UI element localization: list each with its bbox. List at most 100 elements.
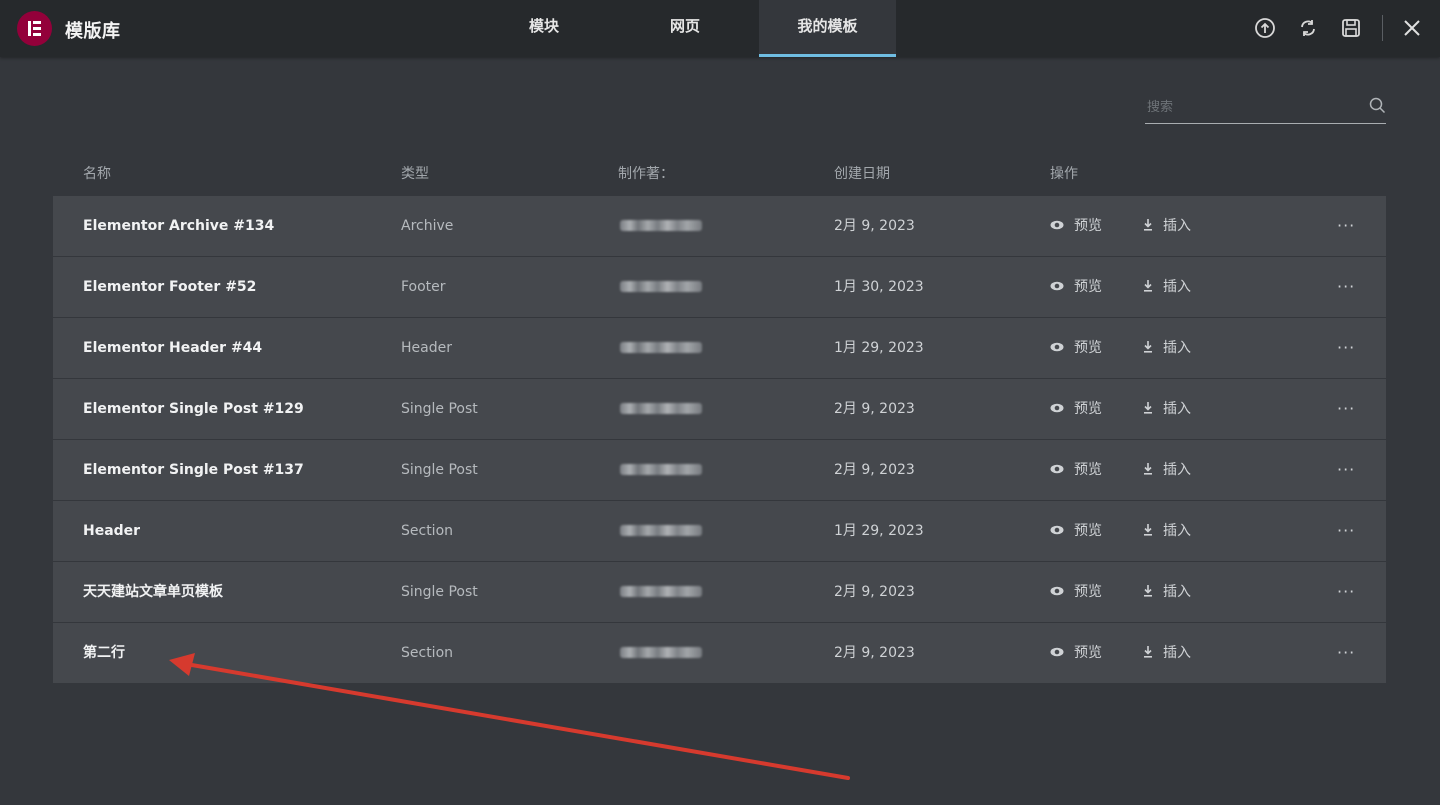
- insert-label: 插入: [1163, 462, 1191, 478]
- table-row: Elementor Header #44 Header 1月 29, 2023 …: [53, 318, 1386, 379]
- author-blurred: [620, 281, 702, 292]
- download-icon: [1144, 463, 1152, 475]
- column-header-author: 制作著：: [618, 166, 674, 182]
- eye-icon: [1050, 525, 1064, 535]
- save-icon[interactable]: [1340, 17, 1362, 39]
- author-blurred: [620, 647, 702, 658]
- insert-button[interactable]: 插入: [1143, 623, 1191, 683]
- more-options-button[interactable]: ···: [1337, 196, 1355, 256]
- more-options-button[interactable]: ···: [1337, 562, 1355, 622]
- download-icon: [1144, 402, 1152, 414]
- insert-button[interactable]: 插入: [1143, 440, 1191, 500]
- preview-label: 预览: [1074, 218, 1102, 234]
- template-type: Single Post: [401, 584, 478, 600]
- download-icon: [1144, 646, 1152, 658]
- template-author: [620, 196, 702, 256]
- table-row: Elementor Footer #52 Footer 1月 30, 2023 …: [53, 257, 1386, 318]
- template-name: Elementor Footer #52: [83, 279, 257, 295]
- top-bar: 模版库 模块 网页 我的模板: [0, 0, 1440, 57]
- preview-label: 预览: [1074, 279, 1102, 295]
- more-options-button[interactable]: ···: [1337, 257, 1355, 317]
- template-date: 2月 9, 2023: [834, 218, 915, 234]
- template-author: [620, 440, 702, 500]
- preview-label: 预览: [1074, 401, 1102, 417]
- eye-icon: [1050, 647, 1064, 657]
- insert-label: 插入: [1163, 340, 1191, 356]
- more-options-button[interactable]: ···: [1337, 623, 1355, 683]
- preview-button[interactable]: 预览: [1050, 623, 1102, 683]
- library-title: 模版库: [65, 21, 121, 42]
- template-type: Section: [401, 523, 454, 539]
- insert-label: 插入: [1163, 279, 1191, 295]
- template-author: [620, 318, 702, 378]
- insert-button[interactable]: 插入: [1143, 379, 1191, 439]
- template-name: Elementor Single Post #137: [83, 462, 304, 478]
- template-author: [620, 379, 702, 439]
- more-options-button[interactable]: ···: [1337, 440, 1355, 500]
- download-icon: [1144, 585, 1152, 597]
- tab-blocks[interactable]: 模块: [487, 0, 601, 57]
- table-row: Elementor Single Post #137 Single Post 2…: [53, 440, 1386, 501]
- search-input[interactable]: [1145, 92, 1359, 122]
- eye-icon: [1050, 281, 1064, 291]
- template-type: Single Post: [401, 462, 478, 478]
- template-name: Elementor Single Post #129: [83, 401, 304, 417]
- download-icon: [1144, 341, 1152, 353]
- template-type: Single Post: [401, 401, 478, 417]
- upload-icon[interactable]: [1254, 17, 1276, 39]
- table-row: 天天建站文章单页模板 Single Post 2月 9, 2023 预览 插入 …: [53, 562, 1386, 623]
- eye-icon: [1050, 220, 1064, 230]
- template-date: 2月 9, 2023: [834, 462, 915, 478]
- template-author: [620, 257, 702, 317]
- preview-button[interactable]: 预览: [1050, 196, 1102, 256]
- author-blurred: [620, 586, 702, 597]
- preview-button[interactable]: 预览: [1050, 440, 1102, 500]
- author-blurred: [620, 220, 702, 231]
- table-row: Header Section 1月 29, 2023 预览 插入 ···: [53, 501, 1386, 562]
- eye-icon: [1050, 586, 1064, 596]
- search-icon[interactable]: [1369, 97, 1386, 118]
- download-icon: [1144, 524, 1152, 536]
- insert-button[interactable]: 插入: [1143, 318, 1191, 378]
- preview-label: 预览: [1074, 462, 1102, 478]
- templates-table: Elementor Archive #134 Archive 2月 9, 202…: [53, 196, 1386, 684]
- more-options-button[interactable]: ···: [1337, 379, 1355, 439]
- close-icon[interactable]: [1401, 17, 1423, 39]
- author-blurred: [620, 403, 702, 414]
- preview-button[interactable]: 预览: [1050, 318, 1102, 378]
- more-options-button[interactable]: ···: [1337, 501, 1355, 561]
- insert-button[interactable]: 插入: [1143, 501, 1191, 561]
- insert-button[interactable]: 插入: [1143, 257, 1191, 317]
- template-name: 天天建站文章单页模板: [83, 584, 223, 600]
- table-row: Elementor Archive #134 Archive 2月 9, 202…: [53, 196, 1386, 257]
- template-date: 2月 9, 2023: [834, 584, 915, 600]
- sync-icon[interactable]: [1297, 17, 1319, 39]
- column-header-created: 创建日期: [834, 166, 890, 182]
- preview-button[interactable]: 预览: [1050, 562, 1102, 622]
- insert-label: 插入: [1163, 218, 1191, 234]
- template-name: Elementor Header #44: [83, 340, 263, 356]
- preview-button[interactable]: 预览: [1050, 501, 1102, 561]
- template-type: Footer: [401, 279, 446, 295]
- eye-icon: [1050, 342, 1064, 352]
- preview-button[interactable]: 预览: [1050, 257, 1102, 317]
- toolbar-divider: [1382, 15, 1383, 41]
- more-options-button[interactable]: ···: [1337, 318, 1355, 378]
- template-date: 1月 29, 2023: [834, 523, 924, 539]
- search-field[interactable]: [1145, 92, 1386, 124]
- insert-label: 插入: [1163, 645, 1191, 661]
- tab-pages[interactable]: 网页: [628, 0, 742, 57]
- preview-label: 预览: [1074, 645, 1102, 661]
- insert-button[interactable]: 插入: [1143, 562, 1191, 622]
- template-author: [620, 623, 702, 683]
- template-date: 1月 29, 2023: [834, 340, 924, 356]
- template-name: Header: [83, 523, 141, 539]
- table-row: Elementor Single Post #129 Single Post 2…: [53, 379, 1386, 440]
- insert-button[interactable]: 插入: [1143, 196, 1191, 256]
- preview-label: 预览: [1074, 340, 1102, 356]
- tab-my-templates[interactable]: 我的模板: [759, 0, 896, 57]
- preview-button[interactable]: 预览: [1050, 379, 1102, 439]
- column-header-actions: 操作: [1050, 166, 1078, 182]
- eye-icon: [1050, 464, 1064, 474]
- insert-label: 插入: [1163, 584, 1191, 600]
